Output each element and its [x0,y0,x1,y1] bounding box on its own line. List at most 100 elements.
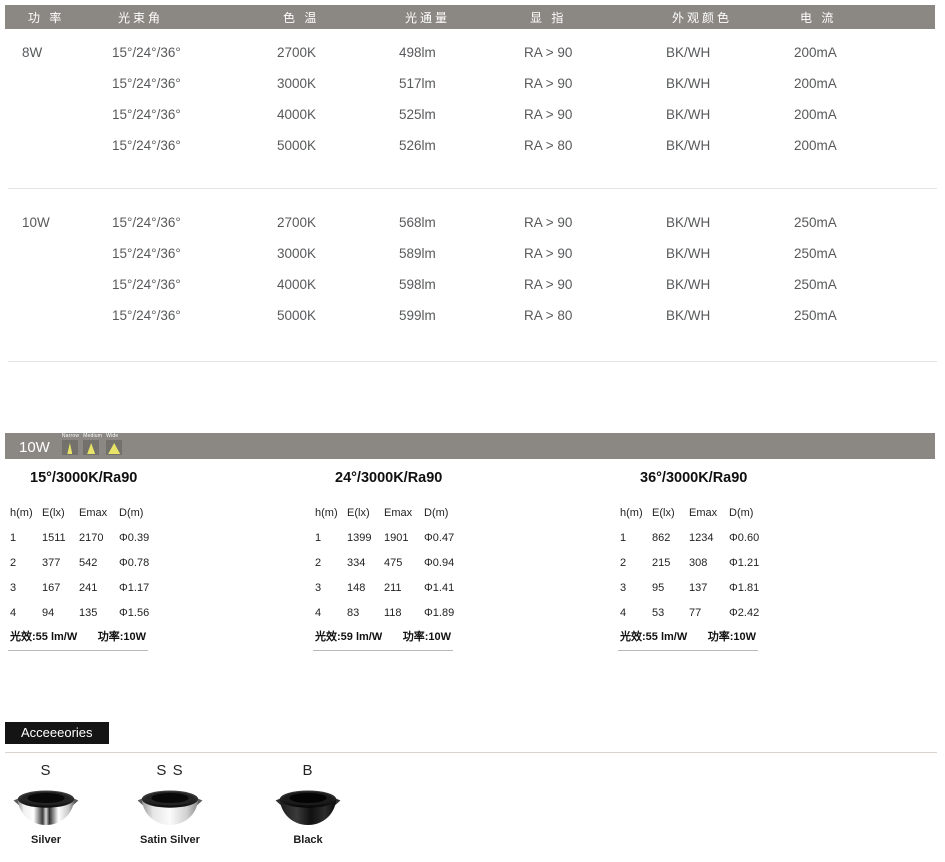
cell-current: 250mA [777,207,935,238]
photometry-grid: h(m) E(lx) Emax D(m) 1 1399 1901 Φ0.47 2… [313,501,553,626]
pt-cell: Φ0.39 [119,526,248,551]
beam-medium-label: Medium [83,433,102,439]
pt-cell: Φ1.21 [729,551,858,576]
group-divider [8,188,937,189]
photometry-grid: h(m) E(lx) Emax D(m) 1 1511 2170 Φ0.39 2… [8,501,248,626]
pt-cell: 2 [10,551,42,576]
finish-code: S [10,762,82,783]
pt-cell: 118 [384,601,424,626]
cell-cct: 4000K [260,269,382,300]
cell-beam: 15°/24°/36° [95,99,260,130]
pt-cell: Φ2.42 [729,601,858,626]
cell-cct: 2700K [260,37,382,68]
cell-cri: RA > 80 [507,130,649,161]
power-value: 功率:10W [98,628,146,644]
beam-wide-label: Wide [106,433,118,439]
finish-label: Silver [10,834,82,846]
cell-beam: 15°/24°/36° [95,300,260,331]
beam-triangle-wide-icon [106,440,122,455]
table-row: 8W 15°/24°/36° 2700K 498lm RA > 90 BK/WH… [5,37,935,68]
accessories-divider [5,752,937,753]
pt-col-e: E(lx) [42,501,79,526]
cell-finish: BK/WH [649,68,777,99]
power-label: 8W [5,37,95,68]
pt-cell: 137 [689,576,729,601]
pt-cell: 2 [315,551,347,576]
band-power-label: 10W [19,441,50,455]
pt-col-e: E(lx) [652,501,689,526]
cell-beam: 15°/24°/36° [95,68,260,99]
pt-cell: Φ1.56 [119,601,248,626]
pt-cell: Φ1.81 [729,576,858,601]
cell-current: 200mA [777,130,935,161]
accessories-section-title: Acceeeories [5,722,109,744]
photometry-title: 36°/3000K/Ra90 [618,470,858,486]
spec-table-header: 功 率 光束角 色 温 光通量 显 指 外观颜色 电 流 [5,5,935,29]
pt-cell: 1511 [42,526,79,551]
pt-col-h: h(m) [315,501,347,526]
cell-beam: 15°/24°/36° [95,130,260,161]
col-header-cct: 色 温 [260,9,382,26]
photometry-table-36deg: 36°/3000K/Ra90 h(m) E(lx) Emax D(m) 1 86… [618,470,858,651]
pt-cell: 4 [620,601,652,626]
pt-cell: 94 [42,601,79,626]
col-header-beam: 光束角 [95,9,260,26]
pt-col-h: h(m) [10,501,42,526]
cell-flux: 568lm [382,207,507,238]
cell-cct: 3000K [260,238,382,269]
pt-cell: 53 [652,601,689,626]
cell-finish: BK/WH [649,238,777,269]
cell-flux: 525lm [382,99,507,130]
pt-cell: 4 [315,601,347,626]
power-value: 功率:10W [708,628,756,644]
pt-cell: 241 [79,576,119,601]
finish-label: Black [272,834,344,846]
cell-finish: BK/WH [649,99,777,130]
table-row: 15°/24°/36° 4000K 525lm RA > 90 BK/WH 20… [5,99,935,130]
beam-narrow-unit: Narrow [62,433,79,455]
cell-flux: 498lm [382,37,507,68]
cell-flux: 517lm [382,68,507,99]
cell-cct: 5000K [260,130,382,161]
cell-beam: 15°/24°/36° [95,207,260,238]
cell-current: 200mA [777,99,935,130]
col-header-flux: 光通量 [382,9,507,26]
pt-col-e: E(lx) [347,501,384,526]
trim-ring-satin-silver-icon [134,783,206,831]
pt-cell: 148 [347,576,384,601]
cell-cct: 5000K [260,300,382,331]
accessory-satin-silver: S S [134,762,206,846]
cell-beam: 15°/24°/36° [95,238,260,269]
cell-cct: 4000K [260,99,382,130]
pt-cell: Φ0.94 [424,551,553,576]
cell-finish: BK/WH [649,300,777,331]
spec-sheet-page: 功 率 光束角 色 温 光通量 显 指 外观颜色 电 流 8W 15°/24°/… [0,0,945,862]
col-header-current: 电 流 [777,9,935,26]
pt-cell: 1 [10,526,42,551]
pt-cell: 77 [689,601,729,626]
efficacy-value: 光效:55 lm/W [620,628,687,644]
cell-cri: RA > 90 [507,207,649,238]
cell-cri: RA > 90 [507,99,649,130]
pt-cell: 4 [10,601,42,626]
cell-flux: 599lm [382,300,507,331]
col-header-finish: 外观颜色 [649,9,777,26]
accessory-black: B Bl [272,762,344,846]
pt-col-emax: Emax [689,501,729,526]
pt-cell: 2170 [79,526,119,551]
pt-cell: 1234 [689,526,729,551]
pt-cell: 2 [620,551,652,576]
pt-cell: Φ0.60 [729,526,858,551]
section-divider [8,361,937,362]
table-row: 15°/24°/36° 4000K 598lm RA > 90 BK/WH 25… [5,269,935,300]
cell-cri: RA > 90 [507,37,649,68]
cell-cct: 2700K [260,207,382,238]
pt-cell: 3 [620,576,652,601]
photometry-footer: 光效:55 lm/W 功率:10W [618,628,758,651]
pt-cell: 377 [42,551,79,576]
pt-cell: 308 [689,551,729,576]
pt-cell: 3 [315,576,347,601]
power-value: 功率:10W [403,628,451,644]
pt-col-emax: Emax [384,501,424,526]
cell-finish: BK/WH [649,269,777,300]
